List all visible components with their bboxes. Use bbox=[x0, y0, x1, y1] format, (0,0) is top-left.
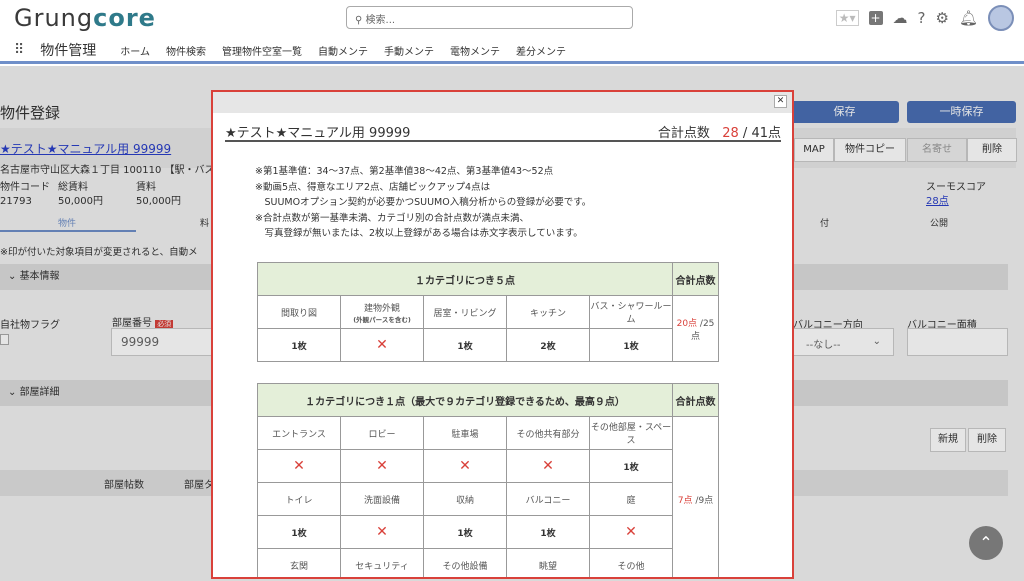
photo-count: 1枚 bbox=[590, 450, 673, 483]
table-row: 玄関セキュリティその他設備眺望その他 bbox=[258, 549, 719, 580]
category: 居室・リビング bbox=[424, 296, 507, 329]
table-header: １カテゴリにつき１点（最大で９カテゴリ登録できるため、最高９点） bbox=[258, 384, 673, 417]
score-value: 28 bbox=[722, 126, 739, 141]
category: 建物外観(外観パースを含む) bbox=[341, 296, 424, 329]
table-header: １カテゴリにつき５点 bbox=[258, 263, 673, 296]
cloud-icon[interactable]: ☁ bbox=[893, 9, 908, 27]
search-placeholder: 検索... bbox=[366, 15, 396, 26]
total-max: /9点 bbox=[695, 496, 713, 506]
total-cell: 7点 /9点 bbox=[673, 417, 719, 580]
category: バルコニー bbox=[507, 483, 590, 516]
photo-count: 1枚 bbox=[424, 516, 507, 549]
category: その他共有部分 bbox=[507, 417, 590, 450]
category: キッチン bbox=[507, 296, 590, 329]
scroll-top-button[interactable]: ⌃ bbox=[969, 526, 1003, 560]
category-sub: (外観パースを含む) bbox=[341, 314, 423, 324]
x-mark-icon: ✕ bbox=[341, 329, 424, 362]
total-value: 20点 bbox=[677, 319, 697, 329]
gear-icon[interactable]: ⚙ bbox=[936, 9, 949, 27]
app-launcher-icon[interactable]: ⠿ bbox=[14, 42, 24, 58]
x-mark-icon: ✕ bbox=[341, 516, 424, 549]
total-header: 合計点数 bbox=[673, 263, 719, 296]
photo-count: 1枚 bbox=[258, 516, 341, 549]
logo[interactable]: Grungcore bbox=[14, 4, 156, 32]
photo-count: 1枚 bbox=[507, 516, 590, 549]
table-row: ✕✕✕✕1枚 bbox=[258, 450, 719, 483]
top-bar: Grungcore ⚲ 検索... ★▾ + ☁ ? ⚙ 🔔︎ ⠿ 物件管理 ホ… bbox=[0, 0, 1024, 64]
nav-denbutsu-maint[interactable]: 電物メンテ bbox=[450, 43, 500, 58]
category: セキュリティ bbox=[341, 549, 424, 580]
logo-text-accent: core bbox=[93, 4, 156, 32]
category: 庭 bbox=[590, 483, 673, 516]
app-name: 物件管理 bbox=[40, 40, 96, 60]
table-row: エントランスロビー駐車場その他共有部分その他部屋・スペース7点 /9点 bbox=[258, 417, 719, 450]
modal-title: ★テスト★マニュアル用 99999 bbox=[225, 122, 410, 140]
help-icon[interactable]: ? bbox=[918, 9, 926, 27]
category: 間取り図 bbox=[258, 296, 341, 329]
nav-property-search[interactable]: 物件検索 bbox=[166, 43, 206, 58]
note-line: ※第1基準値：34〜37点、第2基準値38〜42点、第3基準値43〜52点 bbox=[255, 164, 591, 180]
category: エントランス bbox=[258, 417, 341, 450]
note-line: SUUMOオプション契約が必要かつSUUMO入稿分析からの登録が必要です。 bbox=[255, 195, 591, 211]
note-line: ※動画5点、得意なエリア2点、店舗ピックアップ4点は bbox=[255, 180, 591, 196]
category: 眺望 bbox=[507, 549, 590, 580]
category: 駐車場 bbox=[424, 417, 507, 450]
table-row: トイレ洗面設備収納バルコニー庭 bbox=[258, 483, 719, 516]
category: その他設備 bbox=[424, 549, 507, 580]
total-header: 合計点数 bbox=[673, 384, 719, 417]
score-label: 合計点数 bbox=[658, 126, 710, 141]
category: ロビー bbox=[341, 417, 424, 450]
x-mark-icon: ✕ bbox=[507, 450, 590, 483]
category-table-5pt: １カテゴリにつき５点合計点数 間取り図建物外観(外観パースを含む)居室・リビング… bbox=[257, 262, 719, 362]
category: 玄関 bbox=[258, 549, 341, 580]
close-icon[interactable]: ✕ bbox=[774, 95, 787, 108]
score-max: 41点 bbox=[751, 126, 781, 141]
total-cell: 20点 /25点 bbox=[673, 296, 719, 362]
photo-count: 2枚 bbox=[507, 329, 590, 362]
nav-manual-maint[interactable]: 手動メンテ bbox=[384, 43, 434, 58]
photo-count: 1枚 bbox=[590, 329, 673, 362]
search-input[interactable]: ⚲ 検索... bbox=[346, 6, 633, 29]
add-icon[interactable]: + bbox=[869, 11, 883, 25]
x-mark-icon: ✕ bbox=[590, 516, 673, 549]
category: 収納 bbox=[424, 483, 507, 516]
note-line: ※合計点数が第一基準未満、カテゴリ別の合計点数が満点未満、 bbox=[255, 211, 591, 227]
category: トイレ bbox=[258, 483, 341, 516]
category: その他部屋・スペース bbox=[590, 417, 673, 450]
category: バス・シャワールーム bbox=[590, 296, 673, 329]
app-nav: ⠿ 物件管理 ホーム 物件検索 管理物件空室一覧 自動メンテ 手動メンテ 電物メ… bbox=[14, 40, 566, 60]
category-label: 建物外観 bbox=[341, 301, 423, 314]
logo-text: Grung bbox=[14, 4, 93, 32]
category-table-1pt: １カテゴリにつき１点（最大で９カテゴリ登録できるため、最高９点）合計点数 エント… bbox=[257, 383, 719, 579]
x-mark-icon: ✕ bbox=[258, 450, 341, 483]
photo-count: 1枚 bbox=[258, 329, 341, 362]
x-mark-icon: ✕ bbox=[424, 450, 507, 483]
favorite-star-icon[interactable]: ★▾ bbox=[836, 10, 859, 26]
category: 洗面設備 bbox=[341, 483, 424, 516]
avatar[interactable] bbox=[988, 5, 1014, 31]
nav-vacancy-list[interactable]: 管理物件空室一覧 bbox=[222, 43, 302, 58]
nav-home[interactable]: ホーム bbox=[120, 43, 150, 58]
x-mark-icon: ✕ bbox=[341, 450, 424, 483]
score-sep: / bbox=[743, 126, 747, 141]
score-modal: ✕ ★テスト★マニュアル用 99999 合計点数 28 / 41点 ※第1基準値… bbox=[211, 90, 794, 579]
nav-diff-maint[interactable]: 差分メンテ bbox=[516, 43, 566, 58]
table-row: 1枚✕1枚1枚✕ bbox=[258, 516, 719, 549]
total-score: 合計点数 28 / 41点 bbox=[658, 122, 781, 140]
photo-count: 1枚 bbox=[424, 329, 507, 362]
notes: ※第1基準値：34〜37点、第2基準値38〜42点、第3基準値43〜52点 ※動… bbox=[255, 164, 591, 242]
bell-icon[interactable]: 🔔︎ bbox=[959, 9, 978, 27]
category: その他 bbox=[590, 549, 673, 580]
total-value: 7点 bbox=[678, 496, 693, 506]
nav-auto-maint[interactable]: 自動メンテ bbox=[318, 43, 368, 58]
note-line: 写真登録が無いまたは、2枚以上登録がある場合は赤文字表示しています。 bbox=[255, 226, 591, 242]
